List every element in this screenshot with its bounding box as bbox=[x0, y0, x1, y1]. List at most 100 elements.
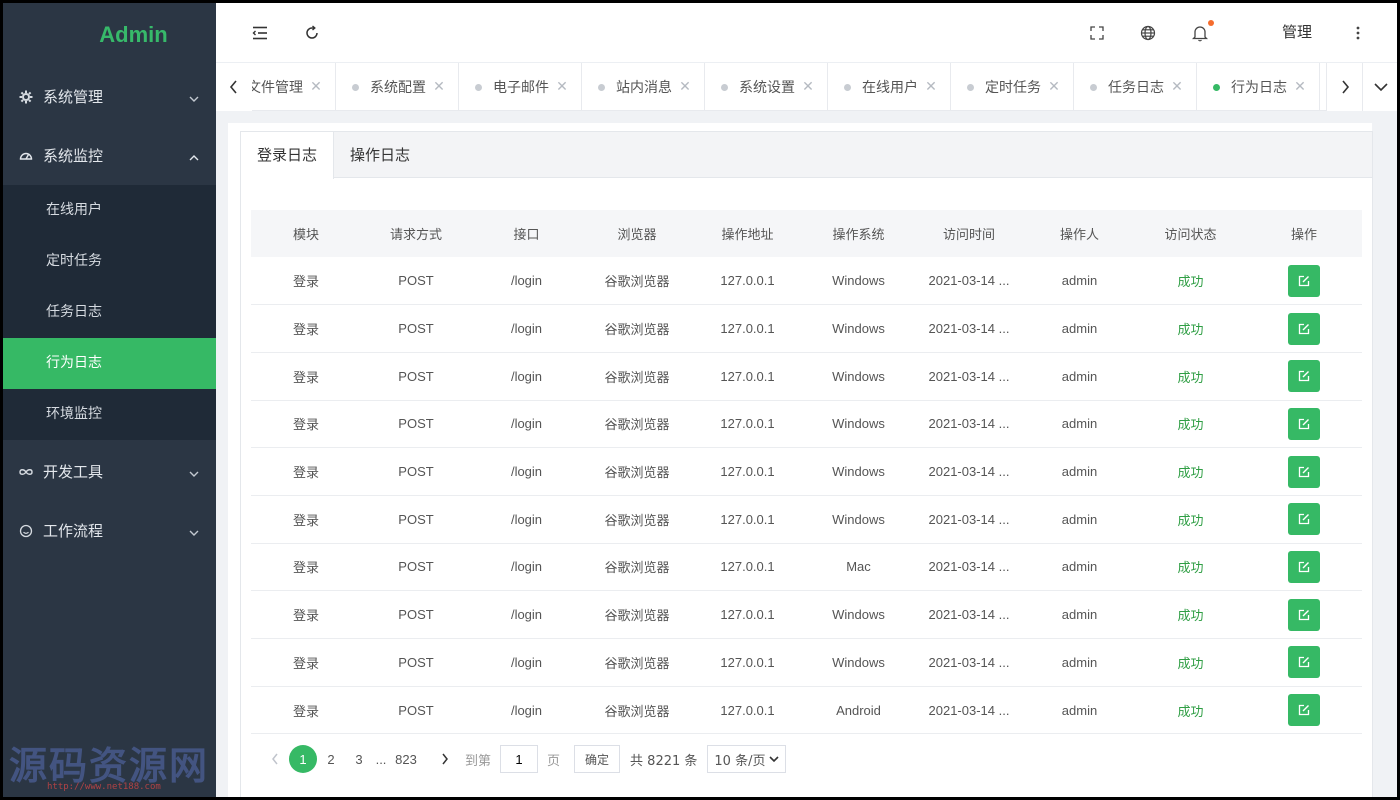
table-cell: Mac bbox=[803, 543, 914, 591]
column-header[interactable]: 模块 bbox=[251, 210, 361, 257]
tab-close-icon[interactable]: ✕ bbox=[678, 79, 692, 95]
refresh-icon[interactable] bbox=[298, 19, 326, 47]
page-last[interactable]: 823 bbox=[389, 745, 423, 773]
table-cell: POST bbox=[361, 591, 471, 639]
table-cell: Windows bbox=[803, 639, 914, 687]
page-2[interactable]: 2 bbox=[317, 745, 345, 773]
next-page-icon[interactable] bbox=[431, 745, 459, 773]
column-header[interactable]: 浏览器 bbox=[582, 210, 692, 257]
goto-page-input[interactable] bbox=[500, 745, 538, 773]
prev-page-icon[interactable] bbox=[261, 745, 289, 773]
tabs-scroll-right-icon[interactable] bbox=[1326, 63, 1362, 111]
tab-login-log[interactable]: 登录日志 bbox=[241, 132, 334, 179]
page-3[interactable]: 3 bbox=[345, 745, 373, 773]
tab-label: 系统设置 bbox=[739, 77, 801, 97]
table-cell-action bbox=[1246, 257, 1362, 305]
dashboard-icon bbox=[19, 149, 33, 163]
bell-icon[interactable] bbox=[1186, 19, 1214, 47]
tab-close-icon[interactable]: ✕ bbox=[801, 79, 815, 95]
table-cell: 成功 bbox=[1135, 448, 1246, 496]
tab-close-icon[interactable]: ✕ bbox=[1293, 79, 1307, 95]
edit-button[interactable] bbox=[1288, 646, 1320, 678]
total-count: 共 8221 条 bbox=[630, 750, 697, 769]
edit-button[interactable] bbox=[1288, 503, 1320, 535]
table-cell: POST bbox=[361, 543, 471, 591]
table-cell: Windows bbox=[803, 448, 914, 496]
edit-button[interactable] bbox=[1288, 456, 1320, 488]
tabs-bar: 文件管理✕系统配置✕电子邮件✕站内消息✕系统设置✕在线用户✕定时任务✕任务日志✕… bbox=[216, 63, 1397, 111]
tab-item[interactable]: 行为日志✕ bbox=[1197, 63, 1320, 111]
tab-item[interactable]: 定时任务✕ bbox=[951, 63, 1074, 111]
tab-close-icon[interactable]: ✕ bbox=[432, 79, 446, 95]
edit-button[interactable] bbox=[1288, 599, 1320, 631]
tab-close-icon[interactable]: ✕ bbox=[555, 79, 569, 95]
column-header[interactable]: 访问时间 bbox=[914, 210, 1024, 257]
page-size-value: 10 条/页 bbox=[714, 750, 765, 769]
language-icon[interactable] bbox=[1134, 19, 1162, 47]
menu-workflow[interactable]: 工作流程 bbox=[3, 501, 216, 560]
tab-item[interactable]: 电子邮件✕ bbox=[459, 63, 582, 111]
table-cell: 2021-03-14 ... bbox=[914, 305, 1024, 353]
table-cell: 谷歌浏览器 bbox=[582, 591, 692, 639]
column-header[interactable]: 操作人 bbox=[1024, 210, 1135, 257]
table-cell: /login bbox=[471, 591, 582, 639]
edit-button[interactable] bbox=[1288, 694, 1320, 726]
table-cell: 谷歌浏览器 bbox=[582, 305, 692, 353]
tab-item[interactable]: 系统设置✕ bbox=[705, 63, 828, 111]
edit-icon bbox=[1298, 656, 1310, 668]
sidebar-item-scheduled-tasks[interactable]: 定时任务 bbox=[3, 236, 216, 287]
table-cell: Android bbox=[803, 686, 914, 734]
tab-item[interactable]: 文件管理✕ bbox=[252, 63, 336, 111]
table-cell: 2021-03-14 ... bbox=[914, 543, 1024, 591]
sidebar-item-online-users[interactable]: 在线用户 bbox=[3, 185, 216, 236]
table-cell: /login bbox=[471, 352, 582, 400]
table-cell: 127.0.0.1 bbox=[692, 257, 803, 305]
tabs-scroll-left-icon[interactable] bbox=[216, 63, 252, 111]
infinity-icon bbox=[19, 465, 33, 479]
edit-button[interactable] bbox=[1288, 551, 1320, 583]
column-header[interactable]: 请求方式 bbox=[361, 210, 471, 257]
table-cell-action bbox=[1246, 448, 1362, 496]
column-header[interactable]: 操作系统 bbox=[803, 210, 914, 257]
user-menu[interactable]: 管理 bbox=[1282, 21, 1312, 42]
tab-item[interactable]: 站内消息✕ bbox=[582, 63, 705, 111]
edit-button[interactable] bbox=[1288, 408, 1320, 440]
tab-operation-log[interactable]: 操作日志 bbox=[334, 132, 426, 177]
goto-confirm-button[interactable]: 确定 bbox=[574, 745, 620, 773]
column-header[interactable]: 操作地址 bbox=[692, 210, 803, 257]
page-size-select[interactable]: 10 条/页 bbox=[707, 745, 786, 773]
table-cell: admin bbox=[1024, 639, 1135, 687]
edit-icon bbox=[1298, 323, 1310, 335]
menu-system-manage[interactable]: 系统管理 bbox=[3, 67, 216, 126]
sidebar-item-task-log[interactable]: 任务日志 bbox=[3, 287, 216, 338]
tab-close-icon[interactable]: ✕ bbox=[1170, 79, 1184, 95]
edit-button[interactable] bbox=[1288, 360, 1320, 392]
tabs-dropdown-icon[interactable] bbox=[1362, 63, 1397, 111]
table-cell: 登录 bbox=[251, 639, 361, 687]
tab-item[interactable]: 在线用户✕ bbox=[828, 63, 951, 111]
tab-close-icon[interactable]: ✕ bbox=[309, 79, 323, 95]
edit-icon bbox=[1298, 561, 1310, 573]
more-vertical-icon[interactable] bbox=[1344, 19, 1372, 47]
table-cell: 2021-03-14 ... bbox=[914, 400, 1024, 448]
page-1[interactable]: 1 bbox=[289, 745, 317, 773]
menu-dev-tools[interactable]: 开发工具 bbox=[3, 442, 216, 501]
table-cell: 成功 bbox=[1135, 257, 1246, 305]
tab-item[interactable]: 系统配置✕ bbox=[336, 63, 459, 111]
page-ellipsis[interactable]: ... bbox=[373, 745, 389, 773]
tab-close-icon[interactable]: ✕ bbox=[1047, 79, 1061, 95]
column-header[interactable]: 访问状态 bbox=[1135, 210, 1246, 257]
fullscreen-icon[interactable] bbox=[1083, 19, 1111, 47]
menu-system-monitor[interactable]: 系统监控 bbox=[3, 126, 216, 185]
edit-button[interactable] bbox=[1288, 313, 1320, 345]
tab-close-icon[interactable]: ✕ bbox=[924, 79, 938, 95]
sidebar-item-env-monitor[interactable]: 环境监控 bbox=[3, 389, 216, 440]
goto-prefix: 到第 bbox=[465, 750, 491, 769]
column-header[interactable]: 操作 bbox=[1246, 210, 1362, 257]
sidebar-item-behavior-log[interactable]: 行为日志 bbox=[3, 338, 216, 389]
column-header[interactable]: 接口 bbox=[471, 210, 582, 257]
submenu-system-monitor: 在线用户 定时任务 任务日志 行为日志 环境监控 bbox=[3, 185, 216, 440]
menu-fold-icon[interactable] bbox=[246, 19, 274, 47]
tab-item[interactable]: 任务日志✕ bbox=[1074, 63, 1197, 111]
edit-button[interactable] bbox=[1288, 265, 1320, 297]
